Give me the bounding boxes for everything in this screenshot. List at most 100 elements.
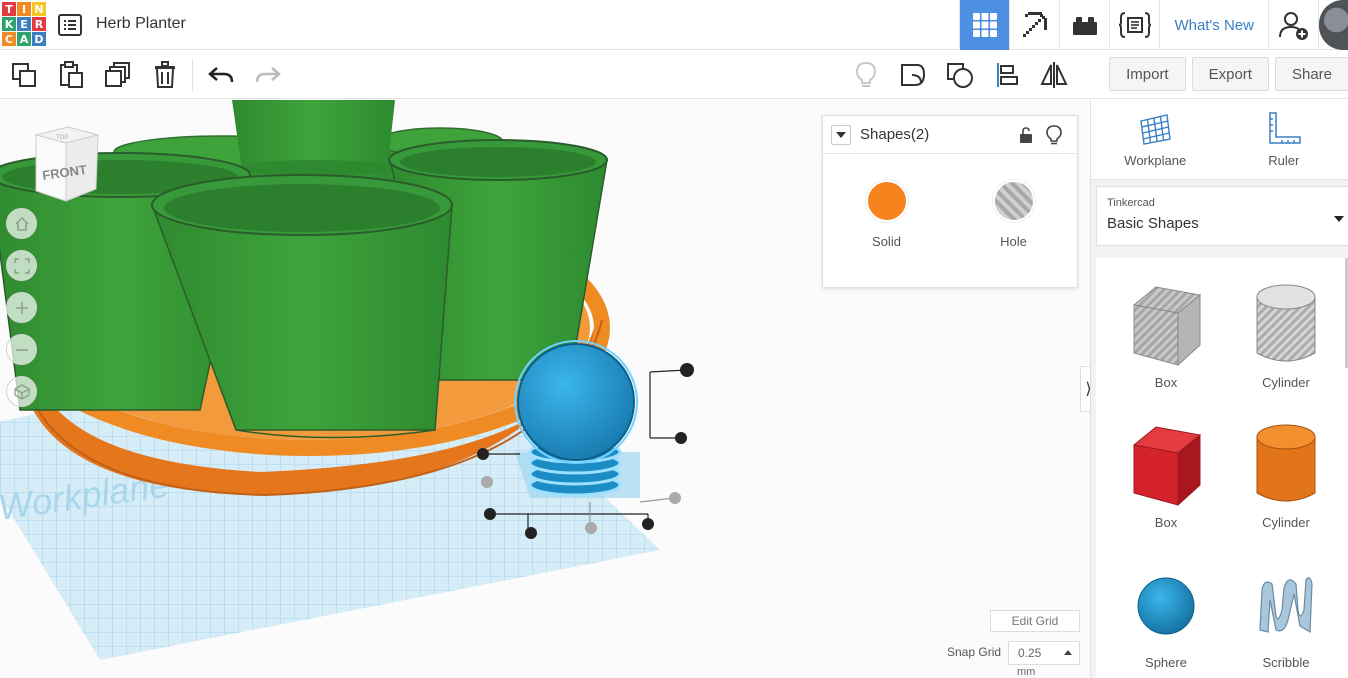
- home-icon: [14, 216, 29, 231]
- zoom-out-button[interactable]: [6, 334, 37, 365]
- panel-collapse-tab[interactable]: ⟩: [1080, 366, 1090, 412]
- align-icon: [996, 63, 1018, 87]
- cube-perspective-icon: [13, 383, 30, 400]
- edit-grid-button[interactable]: Edit Grid: [990, 610, 1080, 632]
- logo-tile: T: [2, 2, 16, 16]
- home-view-button[interactable]: [6, 208, 37, 239]
- ungroup-button[interactable]: [936, 51, 983, 99]
- library-source: Tinkercad: [1107, 197, 1155, 209]
- redo-button[interactable]: [244, 51, 291, 99]
- lightbulb-icon: [1046, 124, 1062, 144]
- snap-grid-unit: mm: [1017, 666, 1036, 678]
- fit-view-button[interactable]: [6, 250, 37, 281]
- shape-label: Box: [1154, 375, 1178, 390]
- shape-library-dropdown[interactable]: Tinkercad Basic Shapes: [1096, 186, 1348, 246]
- lock-button[interactable]: [1013, 126, 1039, 144]
- user-avatar[interactable]: [1318, 0, 1348, 50]
- scribble-icon: [1259, 576, 1313, 633]
- ruler-tool-label: Ruler: [1268, 153, 1300, 168]
- zoom-in-button[interactable]: [6, 292, 37, 323]
- shape-label: Scribble: [1262, 655, 1310, 670]
- 3d-viewport[interactable]: Workplane TOP FRONT Shapes(2) Solid Hole…: [0, 100, 1090, 678]
- add-user-button[interactable]: [1268, 0, 1318, 50]
- hole-option[interactable]: Hole: [950, 180, 1077, 249]
- workplane-tool-label: Workplane: [1124, 153, 1187, 168]
- solid-option[interactable]: Solid: [823, 180, 950, 249]
- bricks-view-button[interactable]: [1059, 0, 1109, 50]
- workplane-tool[interactable]: Workplane: [1091, 100, 1220, 179]
- shapes-panel: Workplane Ruler Tinkercad Basic Shapes B…: [1090, 100, 1348, 678]
- lightbulb-icon: [855, 61, 876, 87]
- pickaxe-minecraft-icon: [1022, 12, 1047, 37]
- copy-button[interactable]: [0, 51, 47, 99]
- whats-new-link[interactable]: What's New: [1159, 0, 1268, 50]
- cylinder-hole-icon: [1256, 284, 1316, 361]
- logo-tile: C: [2, 32, 16, 46]
- logo-tile: K: [2, 17, 16, 31]
- shape-box-hole[interactable]: Box: [1106, 278, 1226, 413]
- fit-to-view-icon: [13, 257, 30, 274]
- delete-button[interactable]: [141, 51, 188, 99]
- share-button[interactable]: Share: [1274, 57, 1348, 91]
- shape-box-solid[interactable]: Box: [1106, 418, 1226, 553]
- shape-cylinder-solid[interactable]: Cylinder: [1226, 418, 1346, 553]
- undo-button[interactable]: [197, 51, 244, 99]
- sphere-icon: [1137, 577, 1195, 634]
- hole-swatch[interactable]: [992, 180, 1035, 222]
- blocks-view-button[interactable]: [1009, 0, 1059, 50]
- shape-cylinder-hole[interactable]: Cylinder: [1226, 278, 1346, 413]
- shape-label: Sphere: [1145, 655, 1187, 670]
- view-cube[interactable]: TOP FRONT: [30, 125, 102, 210]
- align-button[interactable]: [983, 51, 1030, 99]
- blue-sphere[interactable]: [517, 343, 635, 461]
- logo-tile: A: [17, 32, 31, 46]
- logo-tile: D: [32, 32, 46, 46]
- unlock-icon: [1020, 126, 1032, 143]
- document-title[interactable]: Herb Planter: [96, 15, 186, 33]
- menu-list-icon[interactable]: [58, 14, 82, 36]
- mirror-button[interactable]: [1030, 51, 1077, 99]
- paste-button[interactable]: [47, 51, 94, 99]
- chevron-down-icon: [836, 131, 846, 138]
- duplicate-button[interactable]: [94, 51, 141, 99]
- viewcube-top-label[interactable]: TOP: [56, 135, 68, 141]
- caret-down-icon: [1334, 216, 1344, 222]
- selected-shape-group[interactable]: [514, 340, 640, 498]
- ruler-icon: [1269, 112, 1301, 144]
- hide-button[interactable]: [1039, 124, 1069, 145]
- group-button[interactable]: [889, 51, 936, 99]
- shape-label: Cylinder: [1262, 515, 1310, 530]
- hole-label: Hole: [1000, 234, 1027, 249]
- shape-sphere[interactable]: Sphere: [1106, 558, 1226, 678]
- add-user-icon: [1278, 12, 1308, 40]
- export-button[interactable]: Export: [1191, 57, 1269, 91]
- paste-icon: [59, 61, 83, 88]
- ruler-tool[interactable]: Ruler: [1220, 100, 1348, 179]
- show-all-button[interactable]: [842, 51, 889, 99]
- avatar-image: [1319, 0, 1348, 50]
- snap-grid-label: Snap Grid: [947, 645, 1002, 659]
- shape-library-grid: Box Cylinder Box Cylinder Sphere Scribbl…: [1096, 258, 1348, 678]
- edit-toolbar: Import Export Share: [0, 51, 1348, 99]
- delete-icon: [154, 61, 175, 88]
- minus-icon: [15, 348, 28, 351]
- workplane-icon: [1140, 114, 1172, 145]
- logo-tile: E: [17, 17, 31, 31]
- 3d-design-view-button[interactable]: [959, 0, 1010, 50]
- tinkercad-logo[interactable]: TIN KER CAD: [2, 2, 46, 48]
- perspective-button[interactable]: [6, 376, 37, 407]
- caret-up-icon: [1064, 650, 1072, 655]
- inspector-collapse-button[interactable]: [831, 124, 851, 145]
- codeblocks-view-button[interactable]: [1109, 0, 1159, 50]
- cylinder-solid-icon: [1256, 424, 1316, 501]
- lego-bricks-icon: [1072, 17, 1097, 35]
- box-hole-icon: [1132, 285, 1202, 366]
- copy-icon: [11, 63, 36, 87]
- shape-scribble[interactable]: Scribble: [1226, 558, 1346, 678]
- redo-icon: [255, 67, 281, 83]
- import-button[interactable]: Import: [1109, 57, 1186, 91]
- solid-label: Solid: [872, 234, 901, 249]
- snap-grid-select[interactable]: 0.25: [1008, 641, 1080, 665]
- shape-inspector: Shapes(2) Solid Hole: [822, 115, 1078, 288]
- solid-color-swatch[interactable]: [865, 180, 908, 222]
